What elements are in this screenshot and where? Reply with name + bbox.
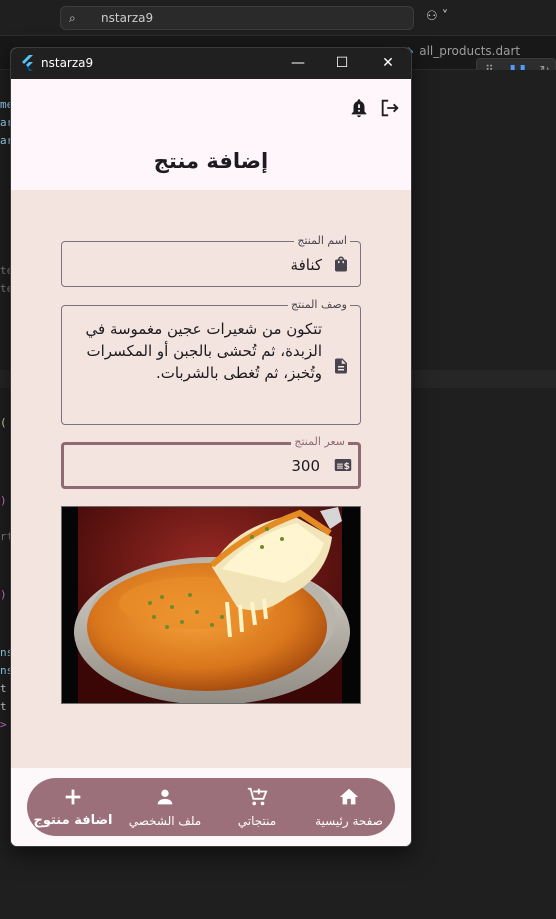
bottom-navigation-bar: اضافة منتوج ملف الشخصي منتجاتي صفحة رئيس… — [27, 778, 395, 836]
copilot-icon[interactable]: ⚇ ˅ — [426, 9, 448, 24]
product-description-label: وصف المنتج — [287, 298, 350, 312]
code-fragment: ) — [0, 494, 7, 507]
ide-search-text: nstarza9 — [101, 11, 154, 25]
close-button[interactable]: ✕ — [373, 52, 403, 74]
notification-bell-icon[interactable] — [348, 97, 370, 119]
nav-item-my-products[interactable]: منتجاتي — [215, 778, 299, 836]
nav-label-my-products: منتجاتي — [237, 814, 277, 828]
ide-search-box[interactable]: ⌕ nstarza9 — [60, 6, 414, 30]
maximize-button[interactable]: ☐ — [327, 52, 357, 74]
app-window: nstarza9 — ☐ ✕ إضافة منتج اسم المنتج كنا… — [11, 48, 411, 846]
product-name-value: كنافة — [290, 256, 322, 274]
nav-label-profile: ملف الشخصي — [128, 814, 202, 828]
home-icon — [339, 788, 359, 805]
minimize-button[interactable]: — — [283, 52, 313, 74]
product-price-label: سعر المنتج — [291, 435, 348, 449]
form-body: اسم المنتج كنافة وصف المنتج تتكون من شعي… — [11, 190, 411, 768]
plus-icon — [65, 789, 81, 805]
nav-item-home[interactable]: صفحة رئيسية — [307, 778, 391, 836]
description-icon — [335, 358, 347, 374]
svg-text:$≡: $≡ — [336, 462, 350, 472]
product-name-label: اسم المنتج — [294, 234, 350, 248]
nav-label-add-product: اضافة منتوج — [33, 813, 113, 828]
search-icon: ⌕ — [69, 11, 76, 25]
cart-icon — [247, 787, 268, 806]
product-description-value: تتكون من شعيرات عجين مغموسة في الزبدة، ث… — [85, 320, 323, 382]
product-price-value: 300 — [291, 457, 320, 475]
logout-icon[interactable] — [379, 97, 401, 119]
ide-editor-tab[interactable]: ◆all_products.dart — [404, 44, 520, 58]
nav-item-add-product[interactable]: اضافة منتوج — [31, 778, 115, 836]
product-name-field[interactable]: اسم المنتج كنافة — [61, 234, 361, 287]
code-fragment: > — [0, 718, 7, 731]
code-fragment: ( — [0, 416, 7, 429]
code-fragment: ) — [0, 588, 7, 601]
code-fragment: t — [0, 682, 7, 695]
ide-titlebar: ⌕ nstarza9 ⚇ ˅ — [0, 0, 556, 36]
price-tag-icon: $≡ — [334, 459, 352, 472]
window-titlebar[interactable]: nstarza9 — ☐ ✕ — [11, 48, 411, 79]
bottom-area: اضافة منتوج ملف الشخصي منتجاتي صفحة رئيس… — [11, 768, 411, 846]
product-description-field[interactable]: وصف المنتج تتكون من شعيرات عجين مغموسة ف… — [61, 298, 361, 425]
product-image[interactable] — [61, 506, 361, 704]
nav-item-profile[interactable]: ملف الشخصي — [123, 778, 207, 836]
product-price-field[interactable]: سعر المنتج $≡ 300 — [61, 435, 361, 489]
window-title: nstarza9 — [41, 56, 94, 70]
person-icon — [157, 789, 173, 805]
flutter-logo-icon — [22, 55, 33, 71]
app-bar: إضافة منتج — [11, 79, 411, 190]
nav-label-home: صفحة رئيسية — [315, 814, 383, 828]
kunafa-photo — [74, 507, 350, 703]
ide-editor-tab-label: all_products.dart — [419, 44, 521, 58]
page-title: إضافة منتج — [153, 149, 269, 173]
code-fragment: t — [0, 700, 7, 713]
shopping-bag-icon — [335, 256, 347, 272]
